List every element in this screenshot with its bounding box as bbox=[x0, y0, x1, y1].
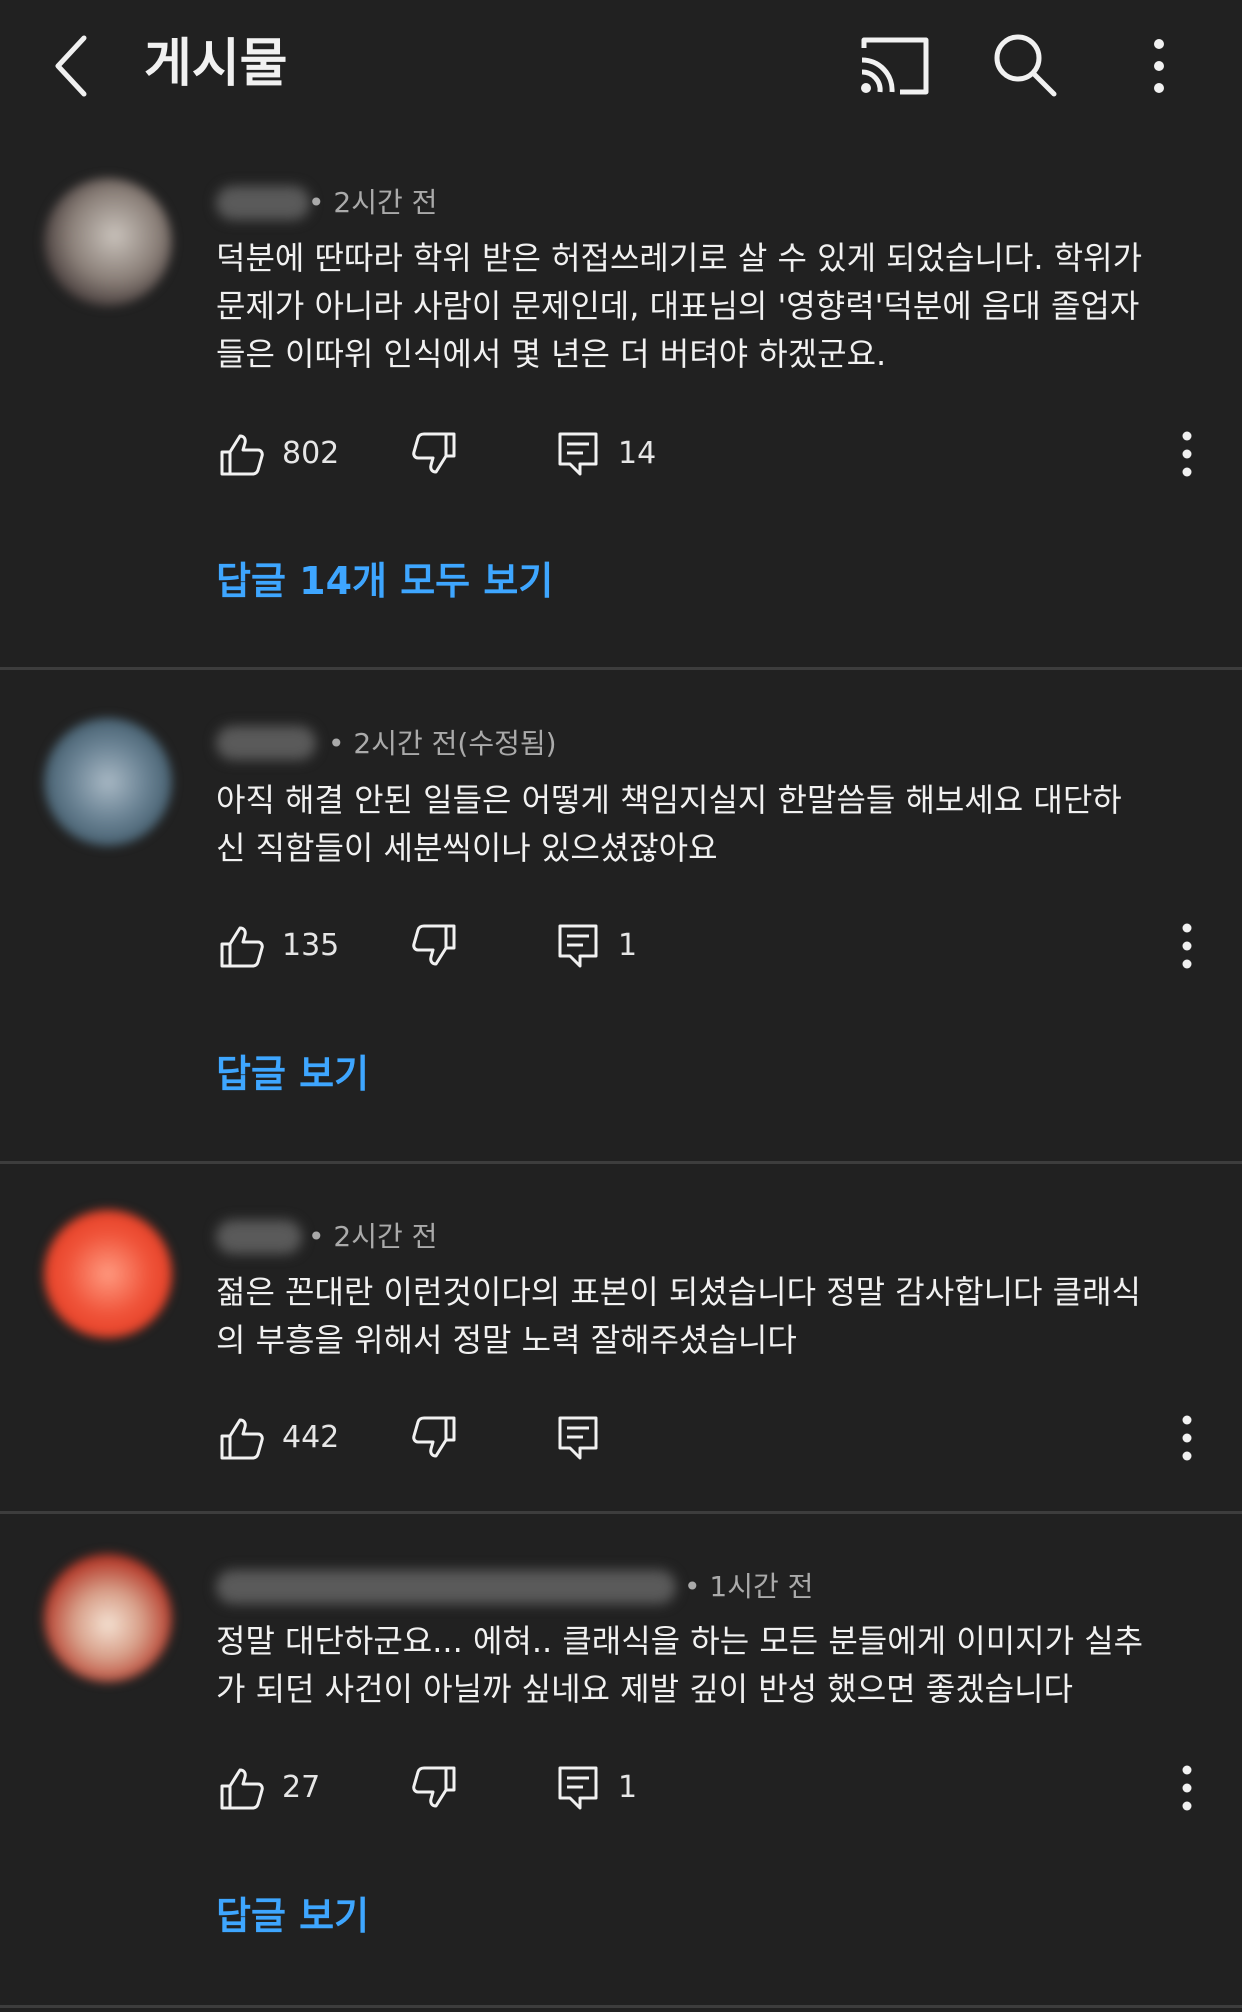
comment-timestamp: • 1시간 전 bbox=[684, 1570, 814, 1603]
comment-more-icon[interactable] bbox=[1172, 920, 1202, 972]
top-app-bar: 게시물 bbox=[0, 0, 1242, 135]
like-count: 27 bbox=[282, 1770, 321, 1805]
more-vert-icon[interactable] bbox=[1134, 34, 1184, 98]
comment-text: 정말 대단하군요... 에혀.. 클래식을 하는 모든 분들에게 이미지가 실추… bbox=[216, 1622, 1144, 1708]
dislike-icon[interactable] bbox=[410, 1414, 458, 1462]
reply-count: 1 bbox=[618, 1770, 638, 1805]
search-icon[interactable] bbox=[990, 30, 1060, 100]
comment-text: 젊은 꼰대란 이런것이다의 표본이 되셨습니다 정말 감사합니다 클래식 의 부… bbox=[216, 1273, 1141, 1359]
comment-divider bbox=[0, 1161, 1242, 1164]
comment-actions: 27 1 bbox=[0, 1758, 1242, 1818]
comment-timestamp: • 2시간 전 bbox=[308, 186, 438, 219]
like-count: 135 bbox=[282, 928, 340, 963]
comment-divider bbox=[0, 667, 1242, 670]
comment-more-icon[interactable] bbox=[1172, 1412, 1202, 1464]
comment-actions: 135 1 bbox=[0, 916, 1242, 976]
author-name[interactable] bbox=[216, 726, 316, 760]
dislike-icon[interactable] bbox=[410, 922, 458, 970]
post-comments-page: 게시물 • 2시간 전 덕분에 딴따라 학위 받은 허접쓰레기로 살 수 있게 … bbox=[0, 0, 1242, 2012]
like-icon[interactable] bbox=[218, 430, 266, 478]
like-count: 442 bbox=[282, 1420, 340, 1455]
comment-text: 덕분에 딴따라 학위 받은 허접쓰레기로 살 수 있게 되었습니다. 학위가 문… bbox=[216, 239, 1143, 373]
reply-icon[interactable] bbox=[554, 430, 602, 478]
comment-more-icon[interactable] bbox=[1172, 1762, 1202, 1814]
dislike-icon[interactable] bbox=[410, 1764, 458, 1812]
page-title: 게시물 bbox=[144, 34, 288, 94]
comment-divider bbox=[0, 2005, 1242, 2008]
dislike-icon[interactable] bbox=[410, 430, 458, 478]
avatar[interactable] bbox=[44, 178, 172, 306]
like-count: 802 bbox=[282, 436, 340, 471]
comment-actions: 802 14 bbox=[0, 424, 1242, 484]
comment-text: 아직 해결 안된 일들은 어떻게 책임지실지 한말씀들 해보세요 대단하 신 직… bbox=[216, 781, 1122, 867]
view-replies-link[interactable]: 답글 보기 bbox=[216, 1888, 369, 1944]
reply-icon[interactable] bbox=[554, 922, 602, 970]
avatar[interactable] bbox=[44, 1554, 172, 1682]
comment-more-icon[interactable] bbox=[1172, 428, 1202, 480]
author-name[interactable] bbox=[216, 186, 310, 220]
avatar[interactable] bbox=[44, 1210, 172, 1338]
back-arrow-icon[interactable] bbox=[44, 30, 108, 102]
comment-actions: 442 bbox=[0, 1408, 1242, 1468]
reply-icon[interactable] bbox=[554, 1414, 602, 1462]
like-icon[interactable] bbox=[218, 1764, 266, 1812]
author-name[interactable] bbox=[216, 1570, 676, 1604]
avatar[interactable] bbox=[44, 718, 172, 846]
reply-icon[interactable] bbox=[554, 1764, 602, 1812]
reply-count: 1 bbox=[618, 928, 638, 963]
view-replies-link[interactable]: 답글 보기 bbox=[216, 1046, 369, 1102]
like-icon[interactable] bbox=[218, 1414, 266, 1462]
like-icon[interactable] bbox=[218, 922, 266, 970]
author-name[interactable] bbox=[216, 1220, 302, 1254]
comment-divider bbox=[0, 1511, 1242, 1514]
comment-timestamp: • 2시간 전(수정됨) bbox=[328, 727, 557, 760]
view-replies-link[interactable]: 답글 14개 모두 보기 bbox=[216, 553, 553, 609]
reply-count: 14 bbox=[618, 436, 657, 471]
cast-icon[interactable] bbox=[856, 34, 932, 98]
comment-timestamp: • 2시간 전 bbox=[308, 1220, 438, 1253]
